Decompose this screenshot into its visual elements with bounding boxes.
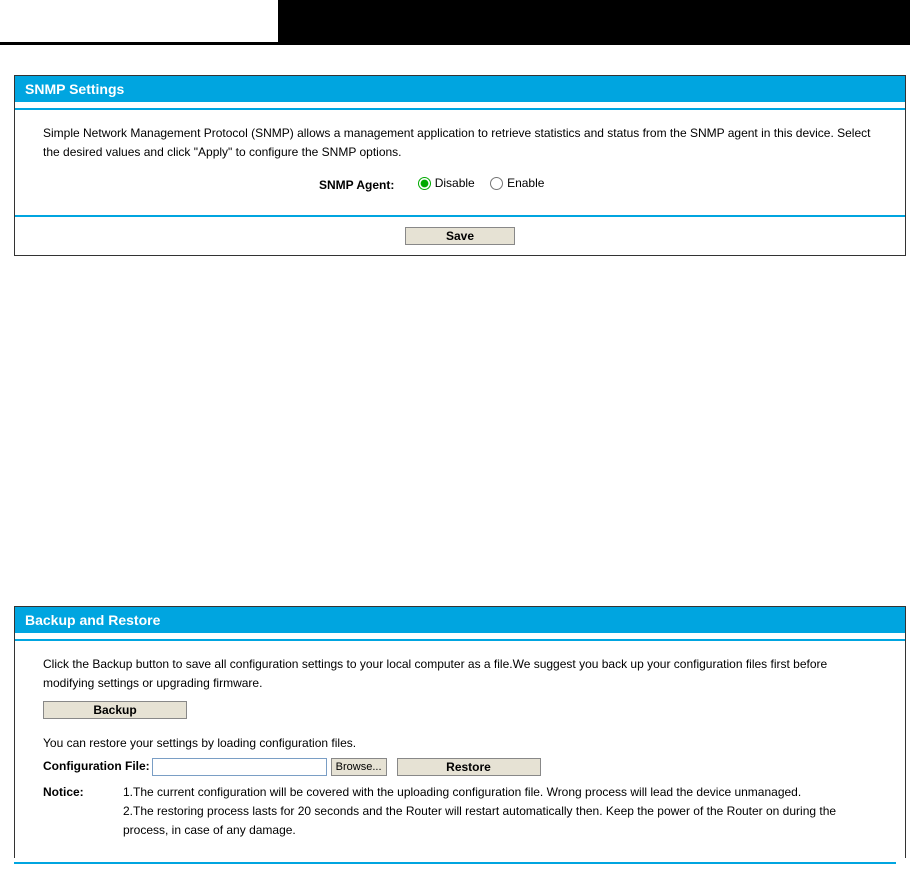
top-bar	[0, 0, 910, 42]
snmp-panel-title: SNMP Settings	[15, 76, 905, 102]
backup-panel-title: Backup and Restore	[15, 607, 905, 633]
top-underline	[0, 42, 910, 45]
backup-panel: Backup and Restore Click the Backup butt…	[14, 606, 906, 859]
config-file-row: Configuration File: Browse... Restore	[43, 757, 877, 776]
restore-button[interactable]: Restore	[397, 758, 541, 776]
backup-button[interactable]: Backup	[43, 701, 187, 719]
snmp-agent-label: SNMP Agent:	[319, 176, 394, 195]
notice-line-2: 2.The restoring process lasts for 20 sec…	[123, 802, 863, 840]
panel-gap	[15, 633, 905, 641]
snmp-footer: Save	[15, 217, 905, 255]
config-file-label: Configuration File:	[43, 757, 150, 776]
snmp-disable-option[interactable]: Disable	[418, 174, 475, 193]
backup-panel-body: Click the Backup button to save all conf…	[15, 641, 905, 859]
snmp-disable-label: Disable	[435, 174, 475, 193]
backup-description: Click the Backup button to save all conf…	[43, 655, 877, 693]
config-file-input[interactable]	[152, 758, 327, 776]
notice-label: Notice:	[43, 783, 123, 802]
snmp-panel: SNMP Settings Simple Network Management …	[14, 75, 906, 256]
snmp-enable-label: Enable	[507, 174, 544, 193]
notice-row: Notice: 1.The current configuration will…	[43, 783, 877, 841]
restore-description: You can restore your settings by loading…	[43, 734, 877, 753]
save-button[interactable]: Save	[405, 227, 515, 245]
notice-text: 1.The current configuration will be cove…	[123, 783, 863, 841]
bottom-divider	[14, 862, 896, 864]
snmp-enable-option[interactable]: Enable	[490, 174, 544, 193]
panel-gap	[15, 102, 905, 110]
top-bar-black	[278, 0, 910, 42]
snmp-agent-row: SNMP Agent: Disable Enable	[43, 174, 877, 196]
snmp-disable-radio[interactable]	[418, 177, 431, 190]
browse-button[interactable]: Browse...	[331, 758, 387, 776]
snmp-panel-body: Simple Network Management Protocol (SNMP…	[15, 110, 905, 215]
notice-line-1: 1.The current configuration will be cove…	[123, 783, 863, 802]
snmp-enable-radio[interactable]	[490, 177, 503, 190]
snmp-description: Simple Network Management Protocol (SNMP…	[43, 124, 877, 162]
